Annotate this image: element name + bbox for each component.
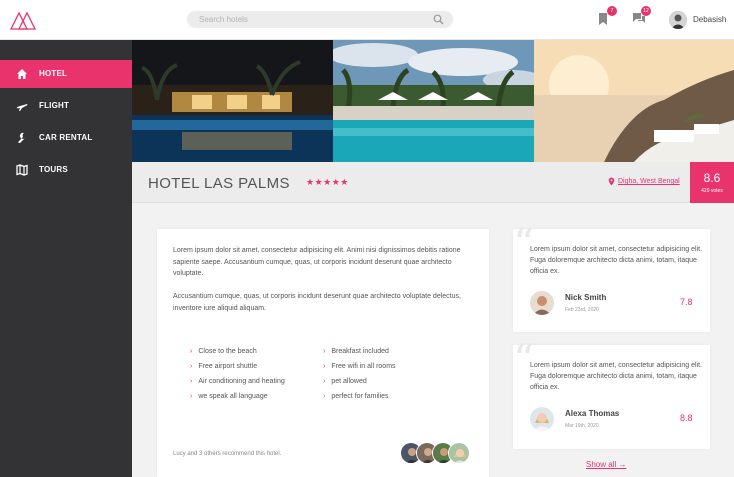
reviewer-name: Alexa Thomas [565,409,620,418]
user-photo [669,11,687,29]
amenity-item: › pet allowed [323,378,367,385]
chevron-right-icon: › [323,378,326,385]
amenity-label: perfect for families [331,393,389,400]
sidebar-item-label: HOTEL [39,69,68,78]
hotel-header: HOTEL LAS PALMS ★★★★★ Digha, West Bengal… [132,162,734,203]
hotel-photo-night-pool[interactable] [132,40,333,162]
wrench-icon [18,132,25,143]
show-all-link[interactable]: Show all → [586,460,626,469]
location-pin-icon [608,177,615,186]
hotel-photo-day-pool[interactable] [333,40,534,162]
description-card: Lorem ipsum dolor sit amet, consectetur … [157,229,489,477]
star-rating: ★★★★★ [306,177,349,187]
review-date: Mar 19th, 2020 [565,423,599,429]
score-box: 8.6 429 votes [690,162,734,203]
amenity-item: › perfect for families [323,393,389,400]
amenity-item: › Free airport shuttle [190,363,257,370]
amenity-item: › Free wifi in all rooms [323,363,396,370]
user-photo [449,443,469,463]
home-icon [17,69,27,79]
amenity-label: pet allowed [331,378,367,385]
review-card: “ Lorem ipsum dolor sit amet, consectetu… [513,339,710,449]
chevron-right-icon: › [190,363,193,370]
sidebar-item-hotel[interactable]: HOTEL [0,60,132,88]
sidebar-item-car-rental[interactable]: CAR RENTAL [0,124,132,152]
amenity-item: › Breakfast included [323,348,389,355]
top-bar: 7 12 Debasish [0,0,734,40]
search-bar [187,11,453,28]
bookmarks-button[interactable]: 7 [598,6,617,27]
messages-badge: 12 [641,6,651,16]
user-photo [530,407,554,431]
hotel-score: 8.6 [703,171,721,185]
user-photo [530,291,554,315]
recommend-text: Lucy and 3 others recommend this hotel. [173,451,282,457]
chevron-right-icon: › [190,378,193,385]
review-score: 8.8 [680,413,693,423]
chevron-right-icon: › [190,348,193,355]
sea-view-image [534,40,734,162]
day-pool-image [333,40,534,162]
vote-count: 429 votes [701,188,723,194]
description-paragraph: Lorem ipsum dolor sit amet, consectetur … [173,247,461,277]
amenity-label: Free airport shuttle [198,363,258,370]
amenity-label: Air conditioning and heating [198,378,285,385]
chevron-right-icon: › [190,393,193,400]
search-icon[interactable] [433,14,444,25]
reviewer-avatar[interactable] [530,407,554,431]
description-paragraph: Accusantium cumque, quas, ut corporis in… [173,293,461,312]
review-text: Lorem ipsum dolor sit amet, consectetur … [530,362,702,391]
sidebar-item-flight[interactable]: FLIGHT [0,92,132,120]
avatar[interactable] [448,442,470,464]
amenity-label: we speak all language [198,393,268,400]
search-input[interactable] [199,14,419,25]
review-text: Lorem ipsum dolor sit amet, consectetur … [530,246,702,275]
hotel-photo-sea-view[interactable] [534,40,734,162]
amenity-item: › Close to the beach [190,348,257,355]
amenity-label: Free wifi in all rooms [331,363,396,370]
sidebar-item-tours[interactable]: TOURS [0,156,132,184]
location-link[interactable]: Digha, West Bengal [618,178,680,185]
chevron-right-icon: › [323,393,326,400]
map-icon [16,164,28,176]
reviewer-avatar[interactable] [530,291,554,315]
bookmarks-badge: 7 [607,6,617,16]
amenity-item: › we speak all language [190,393,268,400]
amenity-label: Close to the beach [198,348,257,355]
logo-icon[interactable] [10,10,36,30]
sidebar-item-label: CAR RENTAL [39,133,93,142]
review-score: 7.8 [680,297,693,307]
review-card: “ Lorem ipsum dolor sit amet, consectetu… [513,223,710,332]
plane-icon [17,104,28,111]
sidebar-item-label: TOURS [39,165,68,174]
bookmark-icon [599,13,607,25]
username[interactable]: Debasish [693,15,726,24]
sidebar-item-label: FLIGHT [39,101,70,110]
amenity-label: Breakfast included [331,348,389,355]
hotel-name: HOTEL LAS PALMS [148,175,290,192]
chevron-right-icon: › [323,348,326,355]
night-pool-image [132,40,333,162]
chevron-right-icon: › [323,363,326,370]
reviewer-name: Nick Smith [565,293,607,302]
sidebar: HOTEL FLIGHT CAR RENTAL TOURS [0,40,132,477]
amenity-item: › Air conditioning and heating [190,378,285,385]
review-date: Feb 23rd, 2020 [565,307,599,313]
user-avatar[interactable] [669,11,687,29]
messages-button[interactable]: 12 [632,6,651,27]
